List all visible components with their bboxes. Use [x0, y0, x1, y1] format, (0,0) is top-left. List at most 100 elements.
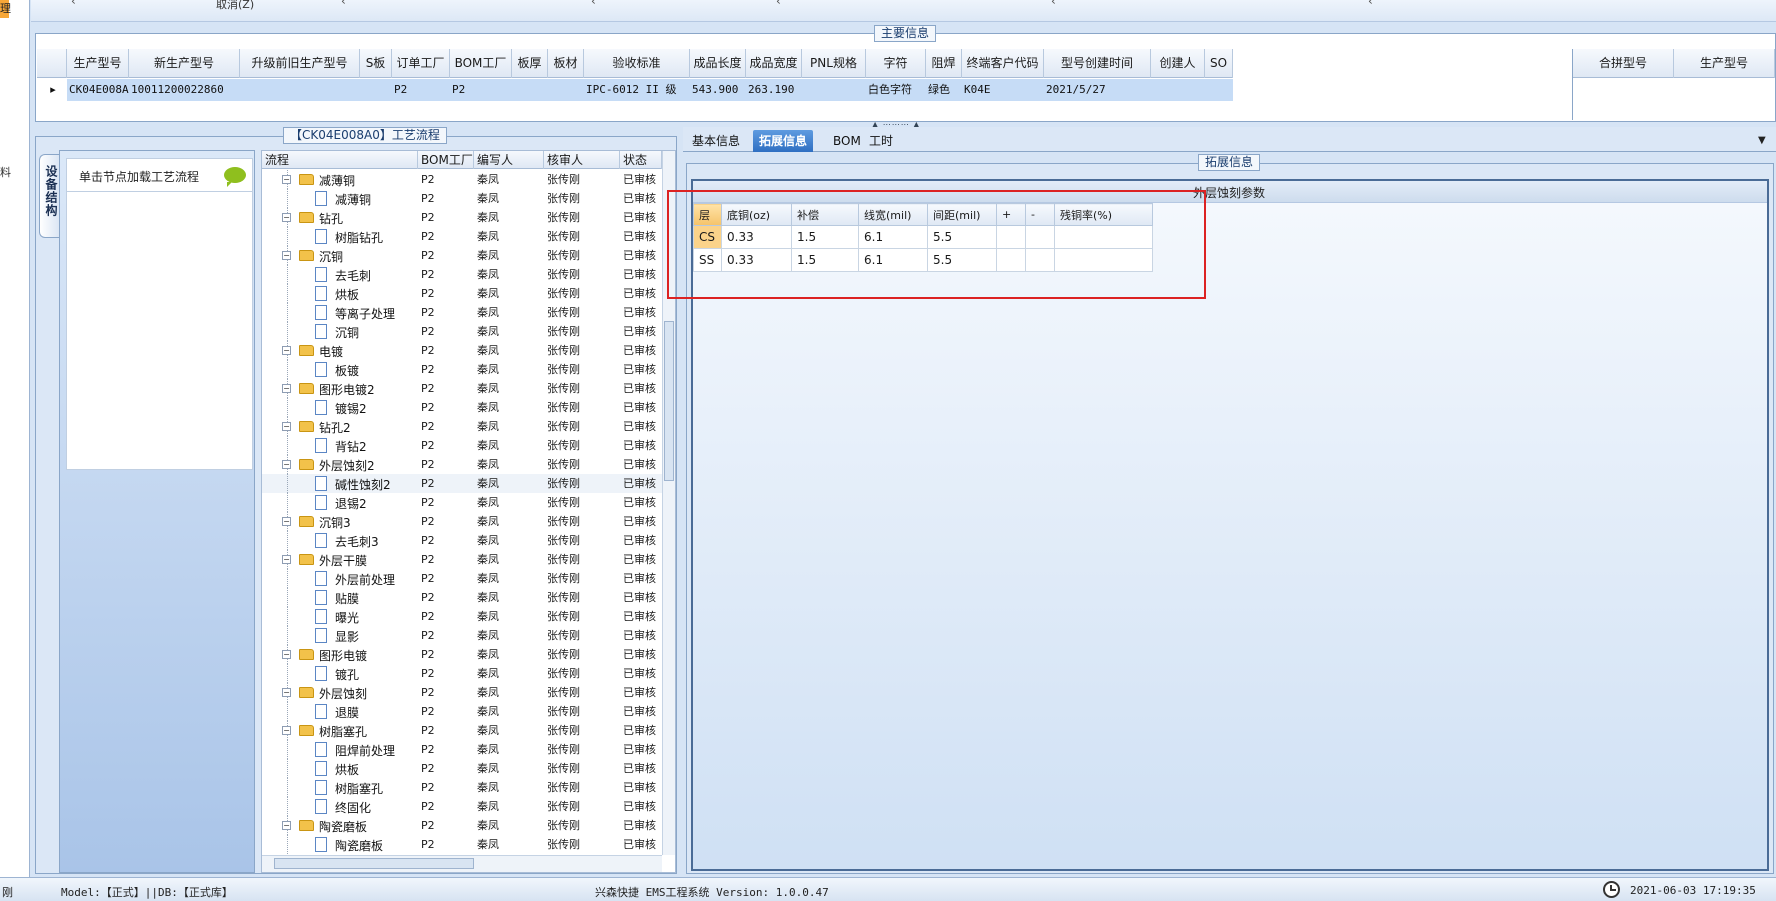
tab-1[interactable]: 拓展信息 — [753, 130, 814, 152]
tree-row[interactable]: 背钻2 P2 秦凤 张传刚 已审核 — [262, 436, 662, 455]
collapse-toggle-icon[interactable]: − — [282, 251, 291, 260]
tree-node[interactable]: 终固化 — [262, 797, 418, 816]
main-col-header[interactable]: PNL规格 — [802, 49, 866, 78]
side-tab-equipment-structure[interactable]: 设备结构 — [39, 154, 59, 238]
main-row-cell[interactable]: 白色字符 — [866, 79, 926, 101]
main-row-cell[interactable] — [548, 79, 584, 101]
main-col-header[interactable]: 生产型号 — [67, 49, 129, 78]
tree-row[interactable]: 阻焊前处理 P2 秦凤 张传刚 已审核 — [262, 740, 662, 759]
tree-node[interactable]: − 图形电镀2 — [262, 379, 418, 398]
node-list-area[interactable] — [66, 192, 253, 470]
tree-row[interactable]: 镀孔 P2 秦凤 张传刚 已审核 — [262, 664, 662, 683]
tree-row[interactable]: 陶瓷磨板 P2 秦凤 张传刚 已审核 — [262, 835, 662, 854]
toolbar-arrow-icon[interactable]: ‹ — [341, 0, 346, 8]
tree-node[interactable]: 显影 — [262, 626, 418, 645]
main-col-header[interactable]: 升级前旧生产型号 — [240, 49, 360, 78]
main-info-grid[interactable]: 生产型号 新生产型号 升级前旧生产型号 S板 订单工厂 BOM工厂 板厚 板材 验收标准 成品长度… — [37, 49, 1572, 120]
merge-col-header[interactable]: 生产型号 — [1674, 49, 1775, 78]
tree-row[interactable]: 树脂塞孔 P2 秦凤 张传刚 已审核 — [262, 778, 662, 797]
tree-vertical-scroll-thumb[interactable] — [664, 321, 674, 481]
toolbar-arrow-icon[interactable]: ‹ — [71, 0, 76, 8]
collapse-toggle-icon[interactable]: − — [282, 688, 291, 697]
outer-etch-params-table[interactable]: 层底铜(oz) 补偿 线宽(mil) 间距(mil) + - 残铜率(%) CS 0.33 1.… — [693, 203, 1153, 272]
tree-node[interactable]: 减薄铜 — [262, 189, 418, 208]
etch-cell[interactable] — [1054, 248, 1153, 272]
tree-node[interactable]: 板镀 — [262, 360, 418, 379]
etch-col-header[interactable]: 层 — [693, 203, 722, 226]
collapse-toggle-icon[interactable]: − — [282, 175, 291, 184]
tree-row[interactable]: 曝光 P2 秦凤 张传刚 已审核 — [262, 607, 662, 626]
etch-cell[interactable]: CS — [693, 225, 722, 249]
main-col-header[interactable]: S板 — [360, 49, 392, 78]
tree-node[interactable]: 退锡2 — [262, 493, 418, 512]
tree-node[interactable]: − 图形电镀 — [262, 645, 418, 664]
etch-col-header[interactable]: - — [1025, 203, 1055, 226]
tree-row[interactable]: − 减薄铜 P2 秦凤 张传刚 已审核 — [262, 170, 662, 189]
etch-cell[interactable] — [996, 248, 1026, 272]
tree-node[interactable]: 树脂钻孔 — [262, 227, 418, 246]
tree-row[interactable]: 去毛刺3 P2 秦凤 张传刚 已审核 — [262, 531, 662, 550]
etch-cell[interactable] — [1025, 248, 1055, 272]
merge-model-grid[interactable]: 合拼型号 生产型号 — [1572, 49, 1775, 120]
tree-node[interactable]: 贴膜 — [262, 588, 418, 607]
tree-row[interactable]: 镀锡2 P2 秦凤 张传刚 已审核 — [262, 398, 662, 417]
tree-row[interactable]: 树脂钻孔 P2 秦凤 张传刚 已审核 — [262, 227, 662, 246]
tree-row[interactable]: − 外层干膜 P2 秦凤 张传刚 已审核 — [262, 550, 662, 569]
nav-glyph-top[interactable]: 理 — [0, 0, 11, 16]
main-col-header[interactable]: 板材 — [548, 49, 584, 78]
tree-node[interactable]: − 电镀 — [262, 341, 418, 360]
tree-node[interactable]: − 外层蚀刻2 — [262, 455, 418, 474]
tree-vertical-scrollbar[interactable] — [662, 151, 675, 855]
main-row-cell[interactable]: 10011200022860 — [129, 79, 240, 101]
tree-node[interactable]: 陶瓷磨板 — [262, 835, 418, 854]
etch-cell[interactable]: SS — [693, 248, 722, 272]
etch-col-header[interactable]: 补偿 — [791, 203, 859, 226]
tree-node[interactable]: 阻焊前处理 — [262, 740, 418, 759]
tab-3[interactable]: 工时 — [863, 130, 899, 152]
main-col-header[interactable]: SO — [1205, 49, 1233, 78]
tree-row[interactable]: 显影 P2 秦凤 张传刚 已审核 — [262, 626, 662, 645]
tree-node[interactable]: 树脂塞孔 — [262, 778, 418, 797]
tree-row[interactable]: − 外层蚀刻2 P2 秦凤 张传刚 已审核 — [262, 455, 662, 474]
tab-2[interactable]: BOM — [827, 130, 867, 152]
tree-node[interactable]: 烘板 — [262, 759, 418, 778]
main-col-header[interactable]: 订单工厂 — [392, 49, 450, 78]
main-row-cell[interactable]: 263.190 — [746, 79, 802, 101]
tree-node[interactable]: 退膜 — [262, 702, 418, 721]
main-col-header[interactable]: BOM工厂 — [450, 49, 512, 78]
main-grid-selected-row[interactable]: ▸ CK04E008A0 10011200022860 P2 P2 IPC-6012 II… — [37, 79, 1233, 101]
etch-cell[interactable] — [1054, 225, 1153, 249]
tree-row[interactable]: 外层前处理 P2 秦凤 张传刚 已审核 — [262, 569, 662, 588]
main-col-header[interactable]: 成品长度 — [690, 49, 746, 78]
etch-cell[interactable]: 1.5 — [791, 248, 859, 272]
main-row-cell[interactable] — [360, 79, 392, 101]
etch-row[interactable]: SS 0.33 1.5 6.1 5.5 — [693, 248, 1153, 272]
main-row-cell[interactable]: IPC-6012 II 级 — [584, 79, 690, 101]
toolbar-arrow-icon[interactable]: ‹ — [1051, 0, 1056, 8]
etch-cell[interactable] — [1025, 225, 1055, 249]
etch-row[interactable]: CS 0.33 1.5 6.1 5.5 — [693, 225, 1153, 249]
tree-node[interactable]: − 沉铜 — [262, 246, 418, 265]
etch-cell[interactable]: 0.33 — [721, 248, 792, 272]
tree-row[interactable]: 退锡2 P2 秦凤 张传刚 已审核 — [262, 493, 662, 512]
main-row-cell[interactable] — [802, 79, 866, 101]
nav-glyph-mid[interactable]: 料 — [0, 164, 11, 180]
main-row-cell[interactable]: CK04E008A0 — [67, 79, 129, 101]
tree-node[interactable]: 镀锡2 — [262, 398, 418, 417]
collapse-toggle-icon[interactable]: − — [282, 422, 291, 431]
main-col-header[interactable]: 成品宽度 — [746, 49, 802, 78]
tree-node[interactable]: 背钻2 — [262, 436, 418, 455]
tree-node[interactable]: − 钻孔 — [262, 208, 418, 227]
etch-col-header[interactable]: 间距(mil) — [927, 203, 997, 226]
tree-row[interactable]: 终固化 P2 秦凤 张传刚 已审核 — [262, 797, 662, 816]
tree-row[interactable]: 等离子处理 P2 秦凤 张传刚 已审核 — [262, 303, 662, 322]
main-row-cell[interactable] — [1151, 79, 1205, 101]
tree-horizontal-scroll-thumb[interactable] — [274, 858, 474, 869]
tree-node[interactable]: − 树脂塞孔 — [262, 721, 418, 740]
etch-col-header[interactable]: 残铜率(%) — [1054, 203, 1153, 226]
main-col-header[interactable]: 新生产型号 — [129, 49, 240, 78]
main-col-header[interactable]: 字符 — [866, 49, 926, 78]
collapse-toggle-icon[interactable]: − — [282, 726, 291, 735]
main-row-cell[interactable] — [512, 79, 548, 101]
tree-node[interactable]: 等离子处理 — [262, 303, 418, 322]
